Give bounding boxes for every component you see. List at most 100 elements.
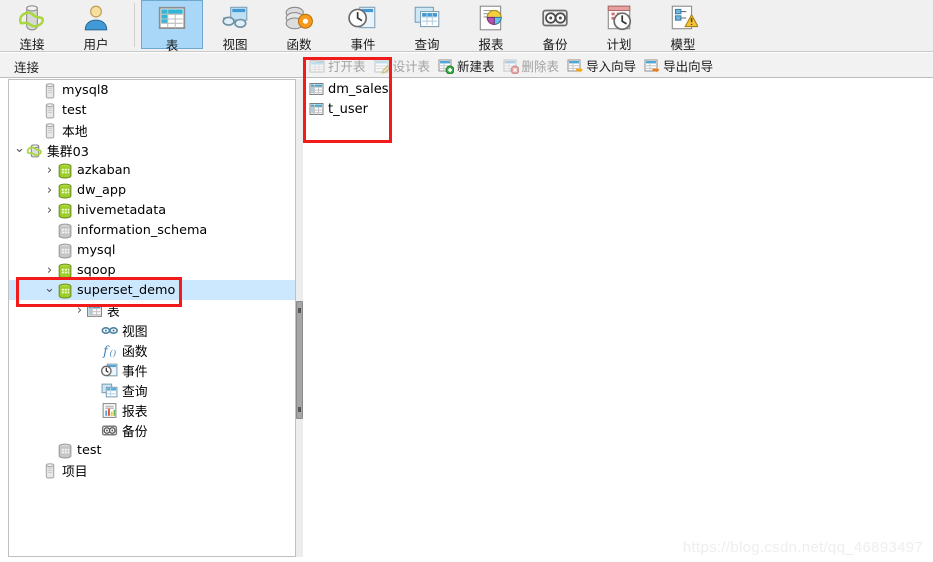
svg-text:(): () [110, 347, 117, 358]
ribbon-button-label: 计划 [606, 37, 632, 52]
tree-item[interactable]: mysql8 [9, 80, 295, 100]
tree-item[interactable]: 项目 [9, 460, 295, 480]
toolbar-button-open-table: 打开表 [307, 55, 370, 76]
panel-splitter[interactable] [296, 79, 303, 557]
tree-item[interactable]: mysql [9, 240, 295, 260]
db-green-icon [56, 282, 73, 299]
view-icon [220, 3, 250, 33]
schedule-icon [604, 3, 634, 33]
tree-no-arrow [43, 440, 56, 460]
toolbar-button-label: 新建表 [457, 59, 495, 74]
toolbar-button-label: 导入向导 [586, 59, 637, 74]
tree-item[interactable]: › hivemetadata [9, 200, 295, 220]
toolbar-button-label: 设计表 [392, 59, 431, 74]
db-green-icon [56, 162, 73, 179]
table-list-item[interactable]: dm_sales [303, 79, 933, 99]
ribbon-button-label: 报表 [478, 37, 504, 52]
report-icon [476, 3, 506, 33]
ribbon-button-label: 连接 [19, 37, 45, 52]
tree-item-label: information_schema [77, 222, 208, 238]
tree-item-label: superset_demo [77, 282, 176, 298]
ribbon-button-user[interactable]: 用户 [64, 0, 128, 52]
tree-no-arrow [88, 400, 101, 420]
connection-tree-panel[interactable]: mysql8 test 本地 ⌄ 集群03 › azkaban › dw_app › hivemet… [8, 79, 296, 557]
secondary-toolbar: 连接 打开表 设计表 新建表 删除表 导入向导 导出向导 [0, 53, 933, 78]
toolbar-button-new-table[interactable]: 新建表 [436, 55, 499, 76]
event-icon [100, 362, 118, 379]
connection-icon [17, 3, 47, 33]
table-list-item[interactable]: t_user [303, 99, 933, 119]
tree-item[interactable]: 报表 [9, 400, 295, 420]
tree-no-arrow [88, 360, 101, 380]
ribbon-button-connection[interactable]: 连接 [0, 0, 64, 52]
tree-item[interactable]: test [9, 440, 295, 460]
chevron-right-icon[interactable]: › [73, 300, 86, 320]
tree-item[interactable]: › sqoop [9, 260, 295, 280]
ribbon-button-label: 用户 [83, 37, 109, 52]
db-green-icon [56, 182, 73, 199]
server-offline-icon [41, 82, 58, 99]
new-table-icon [438, 58, 455, 74]
tree-item-label: 报表 [122, 404, 148, 420]
chevron-right-icon[interactable]: › [43, 260, 56, 280]
function-icon [284, 3, 314, 33]
export-wizard-icon [644, 58, 660, 74]
function-icon: f() [101, 342, 118, 359]
tree-no-arrow [88, 340, 101, 360]
ribbon-button-view[interactable]: 视图 [203, 0, 267, 52]
tree-item[interactable]: 查询 [9, 380, 295, 400]
tree-item-label: test [62, 102, 87, 118]
ribbon-button-model[interactable]: 模型 [651, 0, 715, 52]
tree-item[interactable]: › 表 [9, 300, 295, 320]
toolbar-button-design-table: 设计表 [372, 55, 435, 76]
tree-item-label: hivemetadata [77, 202, 167, 218]
tree-no-arrow [28, 80, 41, 100]
ribbon-button-function[interactable]: 函数 [267, 0, 331, 52]
tree-item[interactable]: ⌄ superset_demo [9, 280, 295, 300]
ribbon-button-query[interactable]: 查询 [395, 0, 459, 52]
tree-item[interactable]: f() 函数 [9, 340, 295, 360]
tree-item[interactable]: ⌄ 集群03 [9, 140, 295, 160]
connection-panel-title: 连接 [14, 60, 40, 75]
tree-item[interactable]: 事件 [9, 360, 295, 380]
tree-item[interactable]: › dw_app [9, 180, 295, 200]
tree-item-label: sqoop [77, 262, 116, 278]
ribbon-button-backup[interactable]: 备份 [523, 0, 587, 52]
chevron-down-icon[interactable]: ⌄ [13, 138, 26, 158]
chevron-down-icon[interactable]: ⌄ [43, 278, 56, 298]
backup-icon [101, 422, 118, 439]
splitter-grip-handle[interactable] [296, 301, 303, 419]
toolbar-button-import-wizard[interactable]: 导入向导 [565, 55, 640, 76]
db-gray-icon [56, 442, 73, 459]
tree-item[interactable]: 本地 [9, 120, 295, 140]
toolbar-button-export-wizard[interactable]: 导出向导 [642, 55, 717, 76]
chevron-right-icon[interactable]: › [43, 160, 56, 180]
server-offline-icon [41, 462, 58, 479]
chevron-right-icon[interactable]: › [43, 200, 56, 220]
tree-item[interactable]: 视图 [9, 320, 295, 340]
table-list-panel[interactable]: dm_sales t_user [303, 79, 933, 562]
ribbon-button-report[interactable]: 报表 [459, 0, 523, 52]
table-list-item-label: dm_sales [328, 81, 389, 97]
ribbon-button-table[interactable]: 表 [141, 0, 203, 53]
tree-item[interactable]: test [9, 100, 295, 120]
ribbon-group: 表 视图 函数 事件 查询 报表 备份 计划 模型 [141, 0, 715, 53]
ribbon-button-schedule[interactable]: 计划 [587, 0, 651, 52]
tree-item[interactable]: information_schema [9, 220, 295, 240]
tree-item[interactable]: › azkaban [9, 160, 295, 180]
user-icon [81, 3, 111, 33]
chevron-right-icon[interactable]: › [43, 180, 56, 200]
server-offline-icon [41, 102, 58, 119]
delete-table-icon [503, 58, 520, 74]
ribbon-button-label: 查询 [414, 37, 440, 52]
tree-item[interactable]: 备份 [9, 420, 295, 440]
ribbon-button-label: 表 [165, 38, 179, 53]
ribbon-group: 连接 用户 [0, 0, 128, 52]
query-icon [412, 3, 442, 33]
backup-icon [540, 3, 570, 33]
tree-item-label: 项目 [62, 464, 88, 480]
ribbon-button-event[interactable]: 事件 [331, 0, 395, 52]
ribbon-button-label: 模型 [670, 37, 696, 52]
model-icon [668, 3, 698, 33]
ribbon-button-label: 备份 [542, 37, 568, 52]
